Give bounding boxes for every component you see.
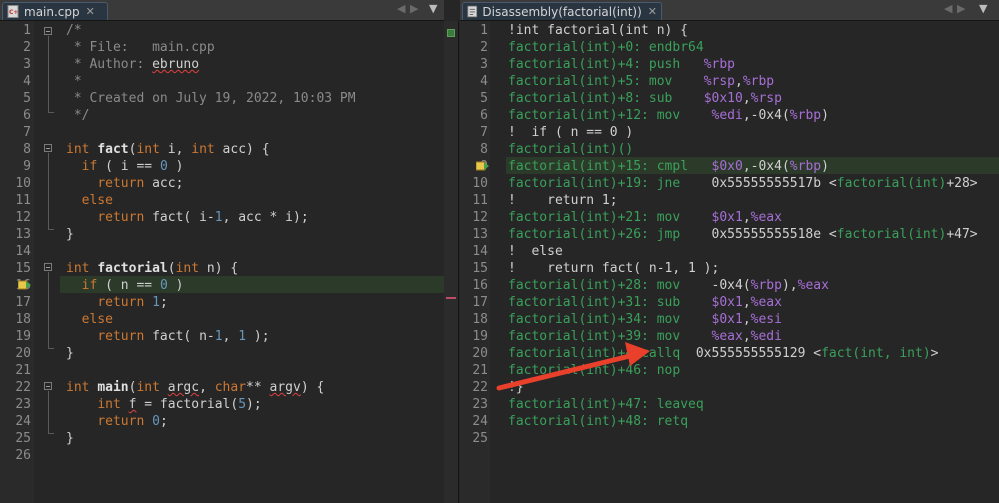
annotation-arrow (496, 342, 650, 391)
ide-window: C+ main.cpp ✕ ◀ ▶ ▼ Disassembly(factoria… (0, 0, 999, 503)
